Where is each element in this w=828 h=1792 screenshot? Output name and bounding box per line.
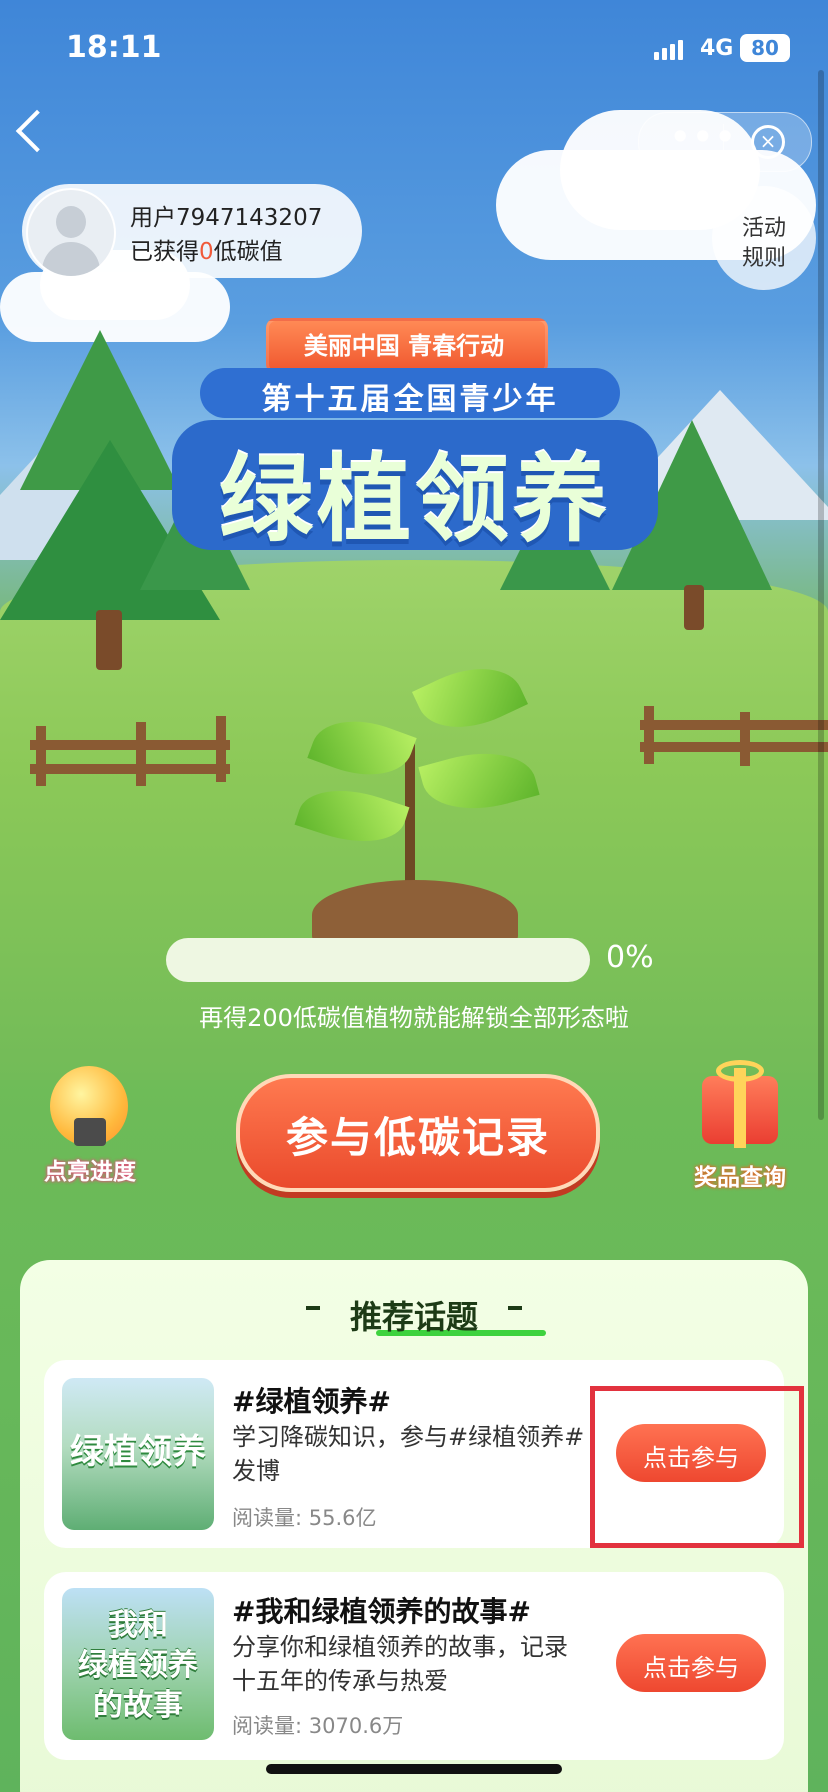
prize-query-label[interactable]: 奖品查询 (680, 1158, 800, 1192)
topic-read-count: 阅读量: 55.6亿 (232, 1506, 377, 1530)
fence (36, 726, 46, 786)
back-button[interactable] (15, 109, 59, 153)
carbon-number: 0 (199, 239, 214, 265)
topic-description: 学习降碳知识，参与#绿植领养#发博 (232, 1423, 585, 1485)
carbon-prefix: 已获得 (130, 239, 199, 265)
more-dots-icon[interactable]: ••• (670, 118, 737, 156)
event-banner-text: 美丽中国 青春行动 (303, 332, 505, 360)
join-low-carbon-button[interactable]: 参与低碳记录 (236, 1074, 600, 1192)
carbon-suffix: 低碳值 (213, 239, 283, 265)
tree-trunk (684, 585, 704, 630)
avatar[interactable] (26, 188, 116, 278)
fence (30, 740, 230, 750)
event-title: 绿植领养 (218, 446, 611, 555)
fence (136, 722, 146, 786)
home-indicator[interactable] (266, 1764, 562, 1774)
topic-thumbnail-text: 我和 绿植领养 的故事 (78, 1608, 198, 1723)
topic-title[interactable]: #我和绿植领养的故事# (232, 1590, 531, 1630)
growth-progress-note: 再得200低碳值植物就能解锁全部形态啦 (199, 1004, 629, 1032)
activity-rules-button[interactable]: 活动 规则 (712, 186, 816, 290)
growth-progress-bar (166, 938, 590, 982)
fence (30, 764, 230, 774)
status-time: 18:11 (66, 30, 162, 65)
topic-thumbnail-text: 绿植领养 (70, 1432, 206, 1472)
screen: 18:11 4G 80 ••• × 用户7947143207 已获得0低碳值 活… (0, 0, 828, 1792)
fence (640, 720, 828, 730)
topic-thumbnail[interactable]: 绿植领养 (62, 1378, 214, 1530)
user-name: 用户7947143207 (130, 205, 323, 231)
topic-description: 分享你和绿植领养的故事，记录十五年的传承与热爱 (232, 1633, 568, 1695)
network-type: 4G (700, 36, 734, 61)
join-topic-button[interactable]: 点击参与 (616, 1634, 766, 1692)
growth-progress-percent: 0% (606, 940, 654, 975)
topic-thumbnail[interactable]: 我和 绿植领养 的故事 (62, 1588, 214, 1740)
signal-icon (654, 40, 683, 60)
close-circle-icon[interactable]: × (751, 125, 785, 159)
topics-heading: 推荐话题 (349, 1298, 478, 1336)
battery-icon: 80 (740, 34, 790, 62)
fence (740, 712, 750, 766)
event-subtitle: 第十五届全国青少年 (261, 382, 559, 417)
tree-trunk (96, 610, 122, 670)
light-progress-label[interactable]: 点亮进度 (30, 1152, 150, 1186)
topic-read-count: 阅读量: 3070.6万 (232, 1714, 404, 1738)
user-carbon-value: 已获得0低碳值 (130, 232, 283, 266)
capsule-divider (723, 124, 724, 158)
join-topic-label: 点击参与 (643, 1654, 739, 1682)
rules-line1: 活动 (741, 216, 786, 241)
join-low-carbon-label: 参与低碳记录 (285, 1113, 550, 1162)
highlight-box (590, 1386, 804, 1548)
rules-line2: 规则 (741, 246, 786, 271)
lightbulb-base (74, 1118, 106, 1146)
fence (640, 742, 828, 752)
scrollbar[interactable] (818, 70, 824, 1120)
topic-title[interactable]: #绿植领养# (232, 1380, 391, 1420)
fence (644, 706, 654, 764)
gift-bow (716, 1060, 764, 1082)
fence (216, 716, 226, 782)
